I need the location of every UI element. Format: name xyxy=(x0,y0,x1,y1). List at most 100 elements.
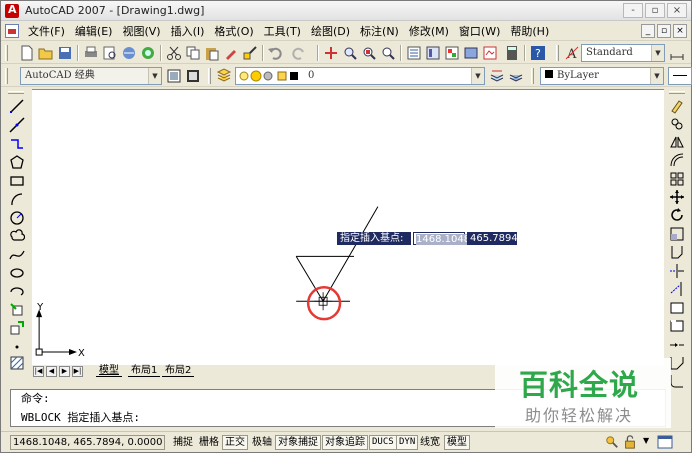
publish-icon[interactable] xyxy=(121,45,137,61)
layer-properties-icon[interactable] xyxy=(216,68,232,84)
offset-icon[interactable] xyxy=(669,152,685,168)
menu-format[interactable]: 格式(O) xyxy=(209,23,258,40)
dynamic-input-x-field[interactable]: 1468.1048 xyxy=(413,232,471,245)
workspace-settings-icon[interactable] xyxy=(166,68,182,84)
status-menu-arrow[interactable]: ▼ xyxy=(643,436,649,445)
chevron-down-icon[interactable]: ▼ xyxy=(471,68,484,84)
mirror-icon[interactable] xyxy=(669,134,685,150)
document-icon[interactable] xyxy=(5,24,19,38)
last-tab-button[interactable]: ▶| xyxy=(72,366,83,377)
polygon-icon[interactable] xyxy=(9,154,25,170)
previous-tab-button[interactable]: ◀ xyxy=(46,366,57,377)
my-workspace-icon[interactable] xyxy=(185,68,201,84)
make-block-icon[interactable] xyxy=(9,320,25,336)
break-icon[interactable] xyxy=(669,318,685,334)
color-dropdown[interactable]: ByLayer ▼ xyxy=(540,67,664,85)
copy-icon[interactable] xyxy=(185,45,201,61)
grid-toggle[interactable]: 栅格 xyxy=(196,435,222,450)
chevron-down-icon[interactable]: ▼ xyxy=(651,45,664,61)
trim-icon[interactable] xyxy=(669,263,685,279)
help-icon[interactable]: ? xyxy=(530,45,546,61)
drawing-canvas[interactable]: Y X xyxy=(32,89,664,365)
menu-view[interactable]: 视图(V) xyxy=(117,23,165,40)
lock-icon[interactable] xyxy=(623,435,637,449)
layer-previous-icon[interactable] xyxy=(508,68,524,84)
pan-realtime-icon[interactable] xyxy=(323,45,339,61)
linetype-dropdown[interactable] xyxy=(668,67,692,85)
insert-block-icon[interactable] xyxy=(9,302,25,318)
triangle-right-edge[interactable] xyxy=(322,206,379,302)
arc-icon[interactable] xyxy=(9,191,25,207)
block-editor-icon[interactable] xyxy=(242,45,258,61)
tab-layout2[interactable]: 布局2 xyxy=(162,365,195,377)
dimension-style-icon[interactable] xyxy=(669,45,685,61)
properties-icon[interactable] xyxy=(406,45,422,61)
menu-insert[interactable]: 插入(I) xyxy=(166,23,210,40)
dynamic-input-y-field[interactable]: 465.7894 xyxy=(467,232,518,245)
construction-line-icon[interactable] xyxy=(9,117,25,133)
calculator-icon[interactable] xyxy=(504,45,520,61)
menu-draw[interactable]: 绘图(D) xyxy=(306,23,355,40)
design-center-icon[interactable] xyxy=(425,45,441,61)
tab-model[interactable]: 模型 xyxy=(96,365,122,377)
toolbar-grip[interactable] xyxy=(208,68,211,84)
rectangle-icon[interactable] xyxy=(9,173,25,189)
text-style-dropdown[interactable]: Standard ▼ xyxy=(581,44,665,62)
chevron-down-icon[interactable]: ▼ xyxy=(148,68,161,84)
fillet-icon[interactable] xyxy=(669,373,685,389)
undo-icon[interactable] xyxy=(267,45,283,61)
sheet-set-manager-icon[interactable] xyxy=(463,45,479,61)
snap-toggle[interactable]: 捕捉 xyxy=(170,435,196,450)
break-at-point-icon[interactable] xyxy=(669,300,685,316)
toolbar-grip[interactable] xyxy=(531,68,534,84)
polyline-icon[interactable] xyxy=(9,136,25,152)
menu-tools[interactable]: 工具(T) xyxy=(259,23,306,40)
ortho-toggle[interactable]: 正交 xyxy=(222,435,248,450)
otrack-toggle[interactable]: 对象追踪 xyxy=(322,435,368,450)
join-icon[interactable] xyxy=(669,337,685,353)
extend-icon[interactable] xyxy=(669,281,685,297)
ellipse-arc-icon[interactable] xyxy=(9,284,25,300)
next-tab-button[interactable]: ▶ xyxy=(59,366,70,377)
copy-object-icon[interactable] xyxy=(669,116,685,132)
lineweight-toggle[interactable]: 线宽 xyxy=(417,435,443,450)
paste-icon[interactable] xyxy=(204,45,220,61)
stretch-icon[interactable] xyxy=(669,244,685,260)
communication-center-icon[interactable] xyxy=(605,435,619,449)
menu-file[interactable]: 文件(F) xyxy=(23,23,70,40)
maximize-button[interactable]: ▫ xyxy=(645,3,665,18)
toolbar-grip[interactable] xyxy=(8,91,24,94)
coordinates-readout[interactable]: 1468.1048, 465.7894, 0.0000 xyxy=(10,435,165,450)
print-icon[interactable] xyxy=(83,45,99,61)
model-toggle[interactable]: 模型 xyxy=(444,435,470,450)
dyn-toggle[interactable]: DYN xyxy=(396,435,419,450)
doc-minimize-button[interactable]: _ xyxy=(641,24,655,38)
toolbar-grip[interactable] xyxy=(556,45,559,61)
ellipse-icon[interactable] xyxy=(9,265,25,281)
3d-dwf-icon[interactable] xyxy=(140,45,156,61)
point-icon[interactable] xyxy=(9,339,25,355)
revision-cloud-icon[interactable] xyxy=(9,228,25,244)
save-icon[interactable] xyxy=(57,45,73,61)
menu-dimension[interactable]: 标注(N) xyxy=(355,23,404,40)
rotate-icon[interactable] xyxy=(669,207,685,223)
move-icon[interactable] xyxy=(669,189,685,205)
menu-edit[interactable]: 编辑(E) xyxy=(70,23,118,40)
circle-icon[interactable] xyxy=(9,210,25,226)
cut-icon[interactable] xyxy=(166,45,182,61)
workspace-dropdown[interactable]: AutoCAD 经典 ▼ xyxy=(20,67,162,85)
toolbar-grip[interactable] xyxy=(5,68,8,84)
tab-layout1[interactable]: 布局1 xyxy=(128,365,161,377)
open-folder-icon[interactable] xyxy=(38,45,54,61)
zoom-previous-icon[interactable] xyxy=(380,45,396,61)
match-properties-icon[interactable] xyxy=(223,45,239,61)
polar-toggle[interactable]: 极轴 xyxy=(249,435,275,450)
erase-icon[interactable] xyxy=(669,98,685,114)
zoom-realtime-icon[interactable] xyxy=(342,45,358,61)
scale-icon[interactable] xyxy=(669,226,685,242)
doc-restore-button[interactable]: ▫ xyxy=(657,24,671,38)
ducs-toggle[interactable]: DUCS xyxy=(369,435,397,450)
menu-window[interactable]: 窗口(W) xyxy=(454,23,505,40)
line-icon[interactable] xyxy=(9,98,25,114)
redo-icon[interactable] xyxy=(291,45,307,61)
